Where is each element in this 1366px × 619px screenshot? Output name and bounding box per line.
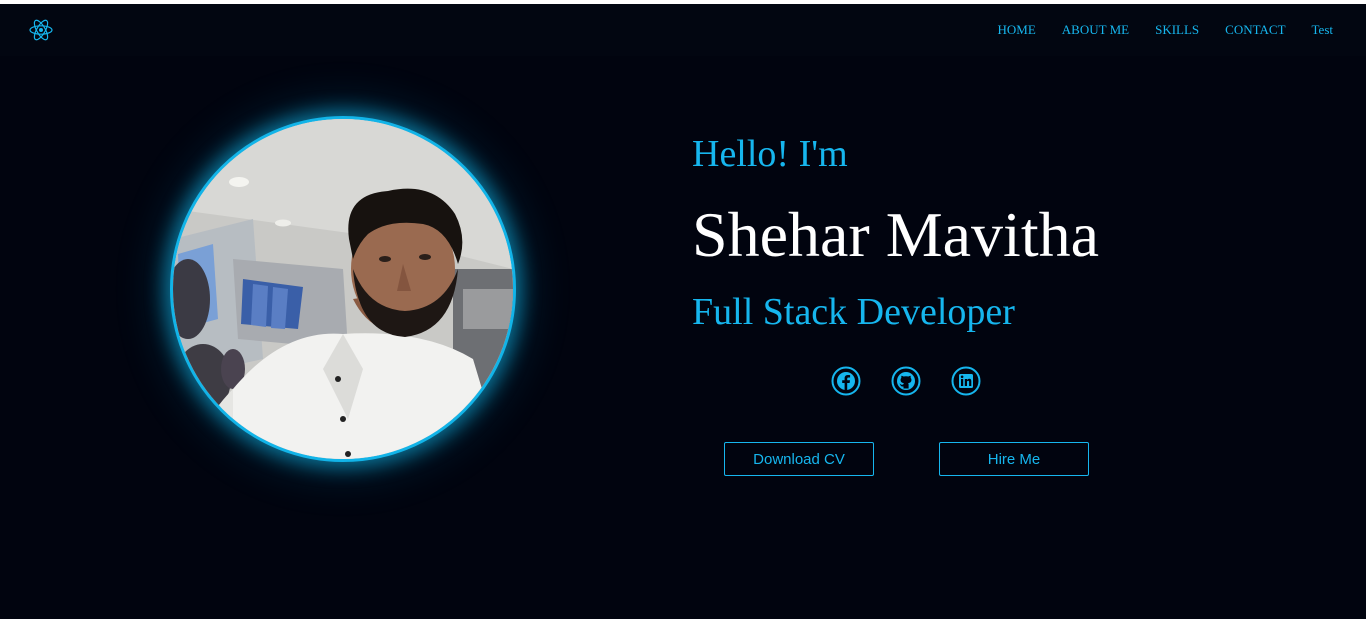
react-atom-icon[interactable] <box>28 17 54 43</box>
page: HOME ABOUT ME SKILLS CONTACT Test Hello!… <box>0 4 1366 619</box>
nav-test-link[interactable]: Test <box>1312 22 1333 38</box>
linkedin-icon[interactable] <box>951 366 981 396</box>
hire-me-button[interactable]: Hire Me <box>939 442 1089 476</box>
social-links <box>831 366 981 396</box>
profile-photo-image <box>173 119 513 459</box>
nav-links: HOME ABOUT ME SKILLS CONTACT Test <box>972 4 1333 56</box>
github-icon[interactable] <box>891 366 921 396</box>
nav-about-link[interactable]: ABOUT ME <box>1062 22 1129 38</box>
nav-contact-link[interactable]: CONTACT <box>1225 22 1285 38</box>
navbar: HOME ABOUT ME SKILLS CONTACT Test <box>0 4 1366 56</box>
nav-home-link[interactable]: HOME <box>998 22 1036 38</box>
profile-photo <box>170 116 516 462</box>
facebook-icon[interactable] <box>831 366 861 396</box>
developer-role: Full Stack Developer <box>692 291 1015 333</box>
download-cv-button[interactable]: Download CV <box>724 442 874 476</box>
developer-name: Shehar Mavitha <box>692 199 1099 270</box>
nav-skills-link[interactable]: SKILLS <box>1155 22 1199 38</box>
greeting-text: Hello! I'm <box>692 133 848 175</box>
